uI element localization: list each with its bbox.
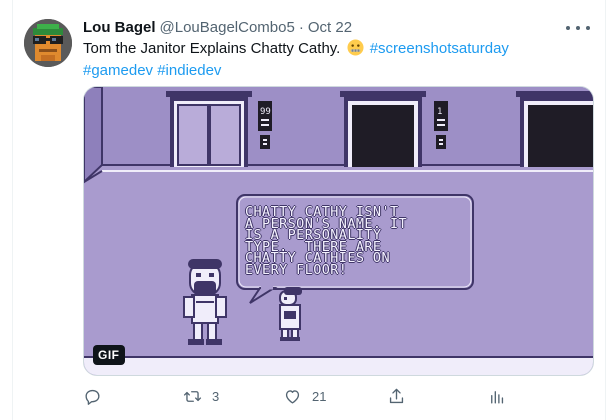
tweet-header: Lou Bagel @LouBagelCombo5 · Oct 22	[83, 16, 352, 38]
speech-bubble-text: CHATTY CATHY ISN'T A PERSON'S NAME. IT I…	[245, 204, 408, 278]
reply-icon	[85, 389, 100, 405]
gif-media[interactable]: 99 1 CHATTY CATHY ISN'T A PERSON'S NAME.…	[83, 86, 594, 376]
user-handle[interactable]: @LouBagelCombo5	[160, 19, 295, 36]
tweet[interactable]: Lou Bagel @LouBagelCombo5 · Oct 22 Tom t…	[0, 0, 614, 420]
tweet-actions: 3 21	[83, 384, 504, 408]
tweet-text-main: Tom the Janitor Explains Chatty Cathy.	[83, 40, 341, 57]
avatar[interactable]	[24, 19, 72, 67]
tweet-text: Tom the Janitor Explains Chatty Cathy. #…	[83, 38, 593, 82]
retweet-button[interactable]: 3	[183, 384, 219, 408]
display-name[interactable]: Lou Bagel	[83, 19, 156, 36]
heart-icon	[285, 389, 300, 404]
hashtag-screenshotsaturday[interactable]: #screenshotsaturday	[370, 40, 509, 57]
retweet-icon	[183, 390, 202, 402]
floor-indicator-right: 1	[437, 107, 442, 117]
more-icon[interactable]	[566, 18, 590, 38]
share-icon	[389, 388, 404, 403]
analytics-button[interactable]	[487, 384, 516, 408]
like-count: 21	[312, 388, 327, 404]
retweet-count: 3	[212, 388, 220, 404]
hashtags-gamedev-indiedev[interactable]: #gamedev #indiedev	[83, 62, 221, 79]
gif-badge: GIF	[93, 345, 125, 365]
tweet-date[interactable]: Oct 22	[308, 19, 352, 36]
like-button[interactable]: 21	[283, 384, 326, 408]
share-button[interactable]	[387, 384, 416, 408]
separator-dot: ·	[298, 18, 304, 36]
floor-indicator-left: 99	[260, 107, 271, 117]
analytics-icon	[491, 390, 504, 404]
avatar-image	[24, 19, 72, 67]
zipper-mouth-emoji-icon	[346, 39, 364, 56]
reply-button[interactable]	[83, 384, 112, 408]
